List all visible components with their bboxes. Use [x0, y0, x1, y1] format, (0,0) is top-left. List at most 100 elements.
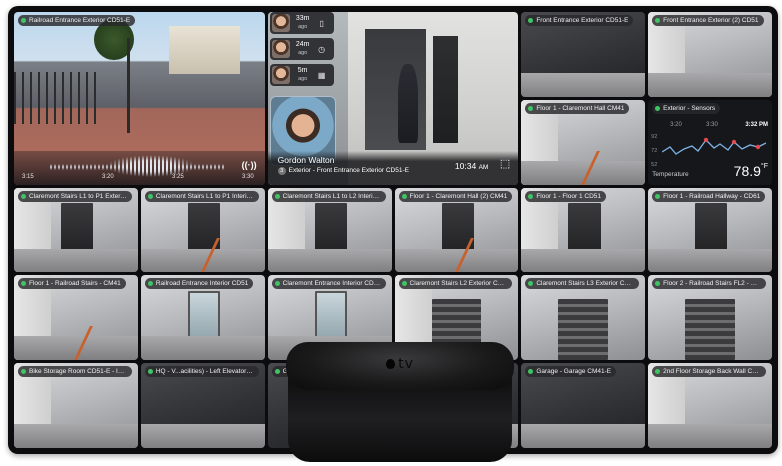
- camera-tile[interactable]: Front Entrance Exterior (2) CD51: [648, 12, 772, 97]
- camera-label: Floor 1 - Claremont Hall (2) CM41: [398, 190, 513, 202]
- apple-logo-icon: [386, 359, 396, 369]
- live-dot-icon: [274, 193, 280, 199]
- door-scene: [314, 202, 347, 256]
- camera-name: Bike Storage Room CD51-E - Interior...: [29, 368, 127, 376]
- camera-name: Claremont Stairs L1 to P1 Interior CD51: [155, 192, 254, 200]
- share-icon[interactable]: ⬚: [500, 157, 510, 170]
- seen-time-unit: ago: [298, 50, 308, 56]
- live-dot-icon: [655, 18, 661, 23]
- camera-label: Front Entrance Exterior CD51-E: [525, 15, 634, 26]
- camera-tile[interactable]: Bike Storage Room CD51-E - Interior...: [14, 363, 138, 448]
- door-scene: [314, 290, 347, 344]
- sensor-time: 3:30: [706, 121, 718, 128]
- door-scene: [187, 290, 221, 344]
- floor-scene: [648, 73, 772, 97]
- camera-name: Claremont Entrance Interior CD51: [282, 280, 381, 288]
- seen-time: 5m ago: [292, 67, 314, 83]
- live-dot-icon: [21, 193, 26, 199]
- recent-person-item[interactable]: 33m ago ▯: [269, 12, 334, 34]
- camera-name: Floor 1 - Claremont Hall CM41: [536, 104, 625, 112]
- camera-tile[interactable]: HQ - V...acilities) - Left Elevator CM61: [140, 363, 265, 448]
- camera-label: Railroad Entrance Exterior CD51-E: [18, 15, 136, 26]
- temperature-line: [662, 138, 767, 155]
- recent-person-item[interactable]: 24m ago ◷: [269, 38, 334, 60]
- camera-tile[interactable]: Claremont Stairs L3 Exterior CM41: [521, 275, 646, 361]
- floor-scene: [521, 424, 646, 448]
- phone-icon: ▯: [319, 18, 324, 28]
- timeline-time: 3:25: [172, 173, 184, 180]
- camera-tile[interactable]: Claremont Stairs L1 to P1 Exterior CD51: [14, 187, 138, 273]
- temperature-unit: °F: [760, 162, 768, 170]
- live-dot-icon: [528, 18, 534, 23]
- event-person-name: Gordon Walton: [277, 154, 335, 165]
- sensor-y-tick: 92: [651, 133, 658, 140]
- camera-label: Front Entrance Exterior (2) CD51: [652, 15, 764, 26]
- temperature-marker: [703, 137, 709, 142]
- camera-tile[interactable]: Front Entrance Exterior CD51-E: [521, 12, 646, 97]
- camera-tile[interactable]: Floor 2 - Railroad Stairs FL2 - CM41: [648, 275, 772, 361]
- seen-time-value: 5m: [297, 67, 308, 74]
- event-info-bar: Gordon Walton 3 Exterior - Front Entranc…: [267, 150, 519, 185]
- clock-icon: ◷: [318, 44, 326, 54]
- camera-label: HQ - V...acilities) - Left Elevator CM61: [144, 366, 259, 378]
- live-dot-icon: [147, 281, 153, 287]
- playback-timeline[interactable]: ((·)) 3:15 3:20 3:25 3:30: [14, 150, 265, 185]
- camera-name: Claremont Stairs L1 to P1 Exterior CD51: [29, 192, 127, 200]
- camera-name: Front Entrance Exterior CD51-E: [536, 17, 629, 24]
- camera-tile[interactable]: Floor 1 - Railroad Stairs - CM41: [14, 275, 138, 361]
- recent-person-item[interactable]: 5m ago ▦: [269, 64, 334, 86]
- camera-tile-railroad-entrance-exterior[interactable]: Railroad Entrance Exterior CD51-E ((·)) …: [14, 12, 265, 185]
- seen-time-value: 33m: [295, 15, 310, 22]
- event-time: 10:34 AM: [455, 161, 488, 171]
- camera-tile[interactable]: Claremont Stairs L1 to L2 Interior CD51: [267, 187, 392, 273]
- camera-name: 2nd Floor Storage Back Wall CD61: [663, 368, 762, 376]
- camera-label: Floor 1 - Claremont Hall CM41: [525, 102, 630, 114]
- camera-label: Floor 1 - Railroad Hallway - CD61: [652, 190, 766, 202]
- event-badge: 3: [277, 166, 286, 175]
- camera-tile[interactable]: Floor 1 - Railroad Hallway - CD61: [648, 187, 772, 273]
- camera-label: 2nd Floor Storage Back Wall CD61: [652, 366, 767, 378]
- audio-signal-icon[interactable]: ((·)): [242, 160, 257, 170]
- keypad-icon: ▦: [317, 70, 326, 80]
- sensor-panel[interactable]: Exterior - Sensors 3:20 3:30 3:32 PM 92 …: [648, 99, 772, 185]
- apple-tv-device: tv: [286, 342, 514, 464]
- live-dot-icon: [655, 369, 661, 375]
- temperature-marker: [755, 144, 761, 149]
- sensor-time-now: 3:32 PM: [745, 121, 768, 128]
- camera-tile[interactable]: Claremont Stairs L1 to P1 Interior CD51: [140, 187, 265, 273]
- door-scene: [695, 202, 728, 256]
- camera-tile-front-entrance-event[interactable]: 33m ago ▯ 24m ago ◷ 5m ago ▦ Gordon Walt…: [267, 12, 519, 185]
- camera-label: Claremont Stairs L1 to P1 Interior CD51: [144, 190, 259, 202]
- building-scene: [169, 25, 240, 75]
- camera-tile[interactable]: Garage - Garage CM41-E: [521, 363, 646, 448]
- floor-scene: [648, 424, 772, 448]
- sensor-reading-value: 78.9°F: [734, 163, 768, 179]
- camera-name: Claremont Stairs L3 Exterior CM41: [536, 280, 635, 288]
- camera-name: Floor 2 - Railroad Stairs FL2 - CM41: [663, 280, 762, 288]
- doorway-scene: [433, 36, 459, 144]
- railing-scene: [14, 72, 100, 125]
- door-scene: [568, 202, 601, 256]
- live-dot-icon: [274, 369, 280, 375]
- live-dot-icon: [528, 281, 534, 287]
- camera-tile[interactable]: Floor 1 - Floor 1 CD51: [521, 187, 646, 273]
- stairs-scene: [685, 299, 735, 361]
- camera-label: Claremont Entrance Interior CD51: [271, 278, 386, 290]
- camera-label: Claremont Stairs L1 to P1 Exterior CD51: [18, 190, 132, 202]
- floor-scene: [521, 248, 646, 273]
- camera-tile[interactable]: 2nd Floor Storage Back Wall CD61: [648, 363, 772, 448]
- camera-label: Railroad Entrance Interior CD51: [144, 278, 254, 290]
- floor-scene: [648, 248, 772, 273]
- stairs-scene: [558, 299, 608, 361]
- camera-tile[interactable]: Railroad Entrance Interior CD51: [140, 275, 265, 361]
- timeline-time: 3:15: [22, 173, 34, 180]
- floor-scene: [14, 248, 138, 273]
- camera-label: Garage - Garage CM41-E: [525, 366, 617, 378]
- camera-tile[interactable]: Floor 1 - Claremont Hall (2) CM41: [394, 187, 519, 273]
- camera-tile[interactable]: Floor 1 - Claremont Hall CM41: [521, 99, 646, 185]
- temperature-value: 78.9: [733, 162, 761, 179]
- camera-name: Floor 1 - Claremont Hall (2) CM41: [409, 192, 508, 200]
- live-dot-icon: [401, 281, 407, 287]
- live-dot-icon: [528, 105, 534, 111]
- camera-name: Floor 1 - Railroad Hallway - CD61: [663, 192, 761, 200]
